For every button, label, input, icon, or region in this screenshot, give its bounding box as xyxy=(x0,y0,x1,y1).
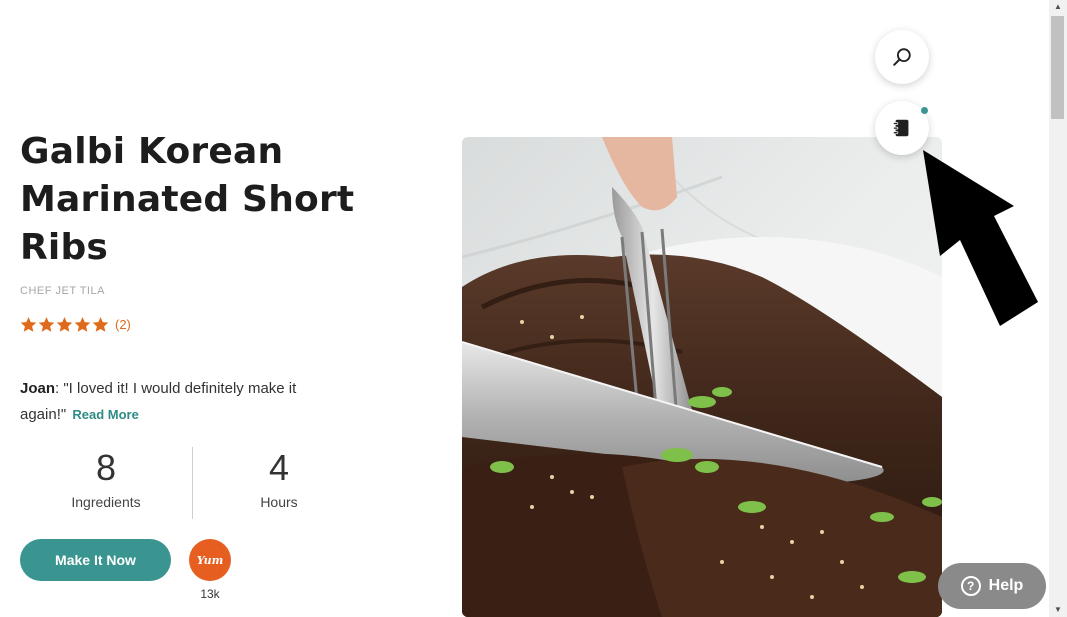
rating[interactable]: (2) xyxy=(20,316,131,333)
help-icon: ? xyxy=(960,576,981,596)
pointer-arrow-annotation xyxy=(923,150,1038,326)
vertical-scrollbar[interactable]: ▲ ▼ xyxy=(1049,0,1067,617)
star-icon xyxy=(20,317,37,332)
reviewer-name: Joan xyxy=(20,380,56,397)
yum-count: 13k xyxy=(200,587,220,601)
recipe-page: Galbi Korean Marinated Short Ribs CHEF J… xyxy=(0,0,1067,617)
search-button[interactable] xyxy=(875,30,929,84)
search-icon xyxy=(893,48,911,66)
make-it-now-button[interactable]: Make It Now xyxy=(20,539,171,581)
scroll-thumb[interactable] xyxy=(1051,16,1064,119)
recipe-title: Galbi Korean Marinated Short Ribs xyxy=(20,131,355,268)
scroll-up-arrow[interactable]: ▲ xyxy=(1049,0,1067,14)
ingredients-count: 8 xyxy=(95,447,117,488)
star-icon xyxy=(38,317,55,332)
star-icon xyxy=(56,317,73,332)
scroll-down-arrow[interactable]: ▼ xyxy=(1049,603,1067,617)
hours-label: Hours xyxy=(260,494,298,510)
star-icon xyxy=(74,317,91,332)
star-rating xyxy=(20,316,109,333)
chef-name[interactable]: CHEF JET TILA xyxy=(20,285,105,297)
hours-count: 4 xyxy=(268,447,290,488)
star-icon xyxy=(92,317,109,332)
help-button[interactable]: ? Help xyxy=(938,563,1046,609)
meal-planner-icon xyxy=(892,119,909,137)
help-label: Help xyxy=(988,577,1024,594)
read-more-link[interactable]: Read More xyxy=(72,407,138,422)
recipe-stats: 8 Ingredients 4 Hours xyxy=(20,446,365,520)
recipe-photo-illustration xyxy=(462,137,942,617)
ingredients-label: Ingredients xyxy=(71,494,141,510)
hours-stat: 4 Hours xyxy=(193,446,365,520)
rating-count[interactable]: (2) xyxy=(115,317,131,332)
notification-dot xyxy=(921,107,928,114)
ingredients-stat: 8 Ingredients xyxy=(20,446,192,520)
yum-button[interactable]: Yum xyxy=(189,539,231,581)
recipe-photo xyxy=(462,137,942,617)
featured-review: Joan: "I loved it! I would definitely ma… xyxy=(20,376,340,428)
